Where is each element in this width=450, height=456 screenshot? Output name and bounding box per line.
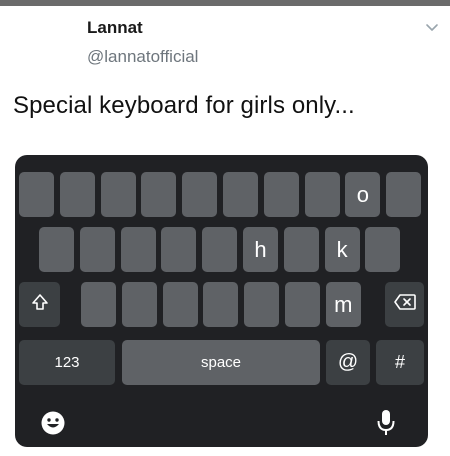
microphone-icon xyxy=(372,406,400,440)
keyboard-image: o h k m 123 space @ # xyxy=(15,155,428,447)
shift-key xyxy=(19,282,60,327)
row1-key xyxy=(141,172,177,217)
space-key-label: space xyxy=(200,354,242,371)
shift-icon xyxy=(30,292,50,317)
row3-key xyxy=(244,282,280,327)
row3-key xyxy=(285,282,320,327)
numbers-key-label: 123 xyxy=(54,354,80,371)
numbers-key: 123 xyxy=(19,340,115,385)
row1-key xyxy=(223,172,258,217)
row1-key: o xyxy=(345,172,381,217)
hash-key-label: # xyxy=(394,352,405,372)
author-handle[interactable]: @lannatofficial xyxy=(87,47,198,67)
author-name[interactable]: Lannat xyxy=(87,18,143,38)
backspace-icon xyxy=(393,293,417,316)
at-key-label: @ xyxy=(337,351,359,373)
emoji-icon xyxy=(39,409,67,437)
row2-key xyxy=(79,227,115,272)
row2-key xyxy=(202,227,238,272)
row1-key xyxy=(304,172,340,217)
row3-key xyxy=(121,282,157,327)
hash-key: # xyxy=(376,340,424,385)
at-key: @ xyxy=(326,340,370,385)
row3-key xyxy=(162,282,198,327)
row2-key-label: h xyxy=(254,236,267,262)
row1-key xyxy=(59,172,95,217)
row1-key xyxy=(386,172,422,217)
top-border xyxy=(0,0,450,6)
row1-key xyxy=(263,172,299,217)
space-key: space xyxy=(122,340,320,385)
row2-key: k xyxy=(324,227,360,272)
row3-key: m xyxy=(325,282,361,327)
row1-key-label: o xyxy=(356,181,370,207)
tweet-text: Special keyboard for girls only... xyxy=(13,92,355,119)
row2-key xyxy=(161,227,197,272)
row1-key xyxy=(182,172,218,217)
chevron-down-icon[interactable] xyxy=(424,21,440,35)
row2-key-label: k xyxy=(336,236,348,262)
row2-key xyxy=(120,227,156,272)
row2-key xyxy=(283,227,319,272)
row1-key xyxy=(19,172,54,217)
row2-key xyxy=(365,227,401,272)
row3-key xyxy=(81,282,116,327)
row3-key-label: m xyxy=(334,291,353,317)
row2-key xyxy=(39,227,74,272)
row1-key xyxy=(100,172,136,217)
row2-key: h xyxy=(243,227,278,272)
backspace-key xyxy=(385,282,424,327)
row3-key xyxy=(203,282,239,327)
